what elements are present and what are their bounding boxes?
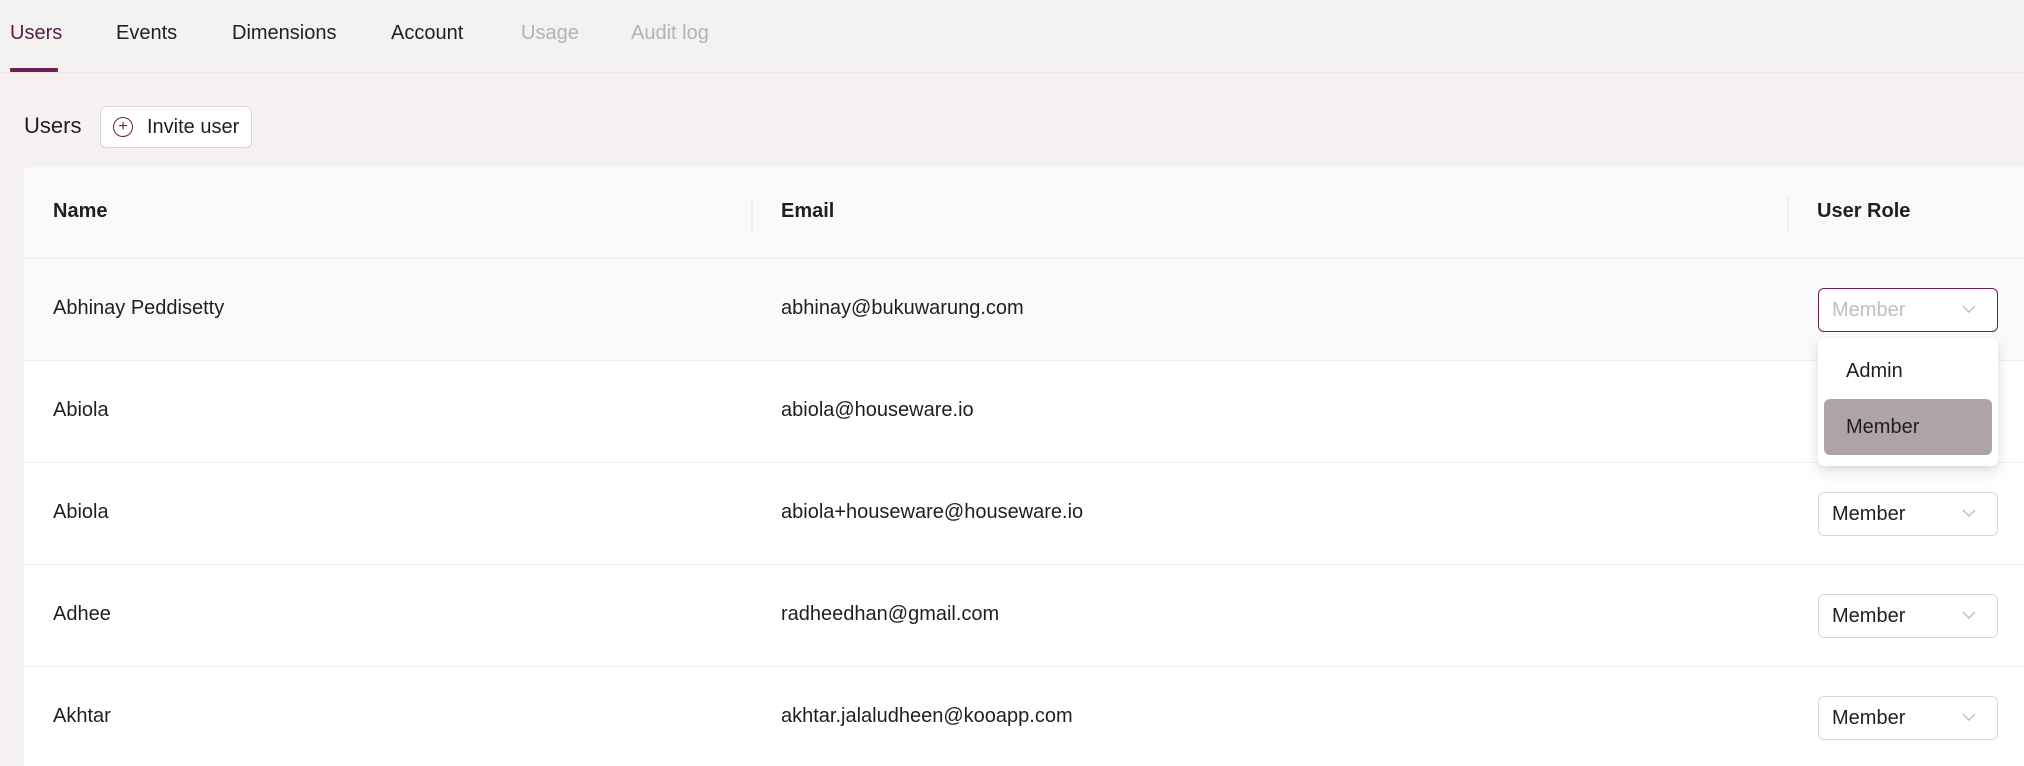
tab-usage: Usage (521, 22, 579, 44)
table-row: Akhtar akhtar.jalaludheen@kooapp.com Mem… (24, 667, 2024, 766)
user-name: Abiola (53, 399, 109, 421)
user-name: Abhinay Peddisetty (53, 297, 225, 319)
invite-user-label: Invite user (147, 115, 240, 138)
user-email: abhinay@bukuwarung.com (781, 297, 1024, 319)
invite-user-button[interactable]: + Invite user (100, 106, 252, 148)
tab-audit-log: Audit log (631, 22, 709, 44)
plus-circle-icon: + (113, 117, 133, 137)
tab-bar: Users Events Dimensions Account Usage Au… (0, 0, 2024, 73)
role-dropdown-menu: Admin Member (1818, 338, 1998, 466)
table-row: Abiola abiola@houseware.io (24, 361, 2024, 463)
role-select-value: Member (1832, 502, 1906, 525)
role-option-admin[interactable]: Admin (1824, 343, 1992, 399)
role-select-value: Member (1832, 604, 1906, 627)
column-resize-handle[interactable] (751, 197, 753, 231)
users-table: Name Email User Role Abhinay Peddisetty … (24, 167, 2024, 766)
user-name: Adhee (53, 603, 111, 625)
column-resize-handle[interactable] (1787, 197, 1789, 231)
role-select[interactable]: Member (1818, 594, 1998, 638)
section-title: Users (24, 113, 82, 138)
tab-users[interactable]: Users (10, 22, 62, 45)
column-header-name: Name (53, 200, 108, 222)
table-header: Name Email User Role (24, 167, 2024, 259)
user-name: Abiola (53, 501, 109, 523)
role-select[interactable]: Member (1818, 696, 1998, 740)
tab-account[interactable]: Account (391, 22, 463, 45)
tab-events[interactable]: Events (116, 22, 177, 45)
role-select[interactable]: Member (1818, 288, 1998, 332)
role-option-member[interactable]: Member (1824, 399, 1992, 455)
user-email: abiola@houseware.io (781, 399, 974, 421)
chevron-down-icon (1962, 509, 1976, 517)
chevron-down-icon (1962, 713, 1976, 721)
table-row: Abhinay Peddisetty abhinay@bukuwarung.co… (24, 259, 2024, 361)
tab-dimensions[interactable]: Dimensions (232, 22, 336, 45)
chevron-down-icon (1962, 305, 1976, 313)
column-header-email: Email (781, 200, 835, 222)
chevron-down-icon (1962, 611, 1976, 619)
column-header-user-role: User Role (1817, 200, 1911, 222)
table-row: Abiola abiola+houseware@houseware.io Mem… (24, 463, 2024, 565)
role-select-value: Member (1832, 706, 1906, 729)
user-email: akhtar.jalaludheen@kooapp.com (781, 705, 1073, 727)
role-select[interactable]: Member (1818, 492, 1998, 536)
user-email: radheedhan@gmail.com (781, 603, 1000, 625)
user-name: Akhtar (53, 705, 111, 727)
active-tab-indicator (10, 68, 58, 72)
table-row: Adhee radheedhan@gmail.com Member (24, 565, 2024, 667)
role-select-value: Member (1832, 298, 1906, 321)
user-email: abiola+houseware@houseware.io (781, 501, 1084, 523)
